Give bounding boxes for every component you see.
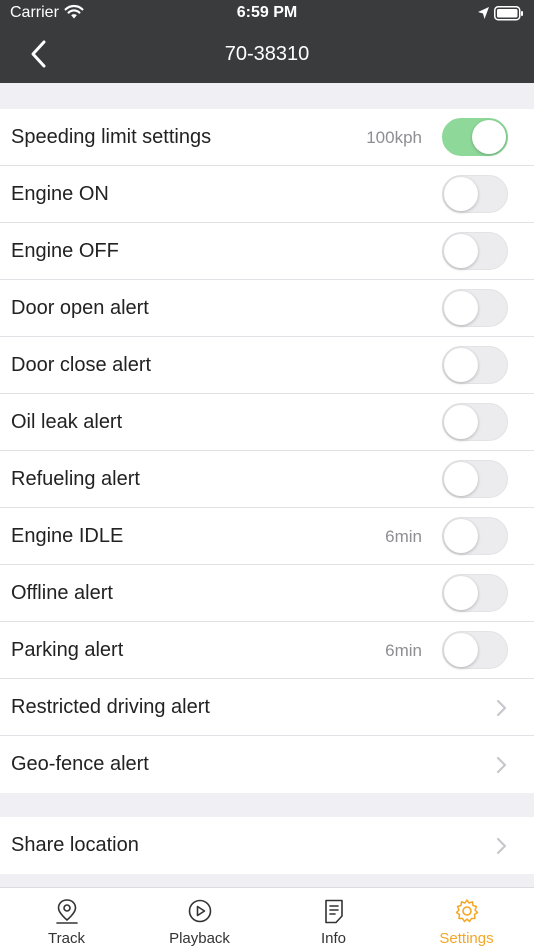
setting-label: Door close alert [11, 354, 152, 376]
setting-row-engine-idle[interactable]: Engine IDLE 6min [0, 508, 534, 565]
engine-idle-toggle[interactable] [442, 517, 508, 555]
toggle-knob [444, 576, 478, 610]
setting-row-refueling[interactable]: Refueling alert [0, 451, 534, 508]
tab-track[interactable]: Track [0, 888, 133, 950]
engine-off-toggle[interactable] [442, 232, 508, 270]
gear-icon [455, 899, 479, 923]
toggle-knob [444, 348, 478, 382]
setting-row-oil-leak[interactable]: Oil leak alert [0, 394, 534, 451]
status-bar: Carrier 6:59 PM [0, 0, 534, 28]
map-pin-icon [56, 899, 78, 924]
setting-row-speeding-limit[interactable]: Speeding limit settings 100kph [0, 109, 534, 166]
setting-value: 100kph [366, 128, 422, 147]
offline-toggle[interactable] [442, 574, 508, 612]
setting-row-restricted-driving[interactable]: Restricted driving alert [0, 679, 534, 736]
setting-row-engine-on[interactable]: Engine ON [0, 166, 534, 223]
tab-info[interactable]: Info [267, 888, 400, 950]
tab-settings[interactable]: Settings [400, 888, 533, 950]
setting-label: Oil leak alert [11, 411, 123, 433]
chevron-right-icon [496, 756, 507, 774]
setting-row-door-close[interactable]: Door close alert [0, 337, 534, 394]
location-arrow-icon [477, 6, 490, 25]
refueling-toggle[interactable] [442, 460, 508, 498]
toggle-knob [444, 462, 478, 496]
toggle-knob [444, 633, 478, 667]
chevron-right-icon [496, 837, 507, 855]
toggle-knob [444, 291, 478, 325]
share-location-label: Share location [11, 834, 139, 856]
engine-on-toggle[interactable] [442, 175, 508, 213]
settings-list: Speeding limit settings 100kph Engine ON… [0, 109, 534, 793]
toggle-knob [444, 405, 478, 439]
setting-label: Engine IDLE [11, 525, 124, 547]
parking-toggle[interactable] [442, 631, 508, 669]
tab-label: Track [48, 930, 85, 947]
setting-label: Refueling alert [11, 468, 140, 490]
setting-row-geo-fence[interactable]: Geo-fence alert [0, 736, 534, 793]
tab-label: Settings [439, 930, 494, 947]
setting-row-parking[interactable]: Parking alert 6min [0, 622, 534, 679]
toggle-knob [472, 120, 506, 154]
setting-row-offline[interactable]: Offline alert [0, 565, 534, 622]
oil-leak-toggle[interactable] [442, 403, 508, 441]
header: Carrier 6:59 PM 70-38310 [0, 0, 534, 83]
door-close-toggle[interactable] [442, 346, 508, 384]
share-location-row[interactable]: Share location [0, 817, 534, 874]
door-open-toggle[interactable] [442, 289, 508, 327]
setting-row-door-open[interactable]: Door open alert [0, 280, 534, 337]
tab-label: Playback [169, 930, 230, 947]
setting-label: Restricted driving alert [11, 696, 210, 718]
battery-icon [494, 6, 524, 26]
setting-label: Engine ON [11, 183, 109, 205]
toggle-knob [444, 177, 478, 211]
setting-label: Engine OFF [11, 240, 119, 262]
nav-bar: 70-38310 [0, 28, 534, 83]
setting-label: Speeding limit settings [11, 126, 212, 148]
status-time: 6:59 PM [236, 4, 298, 21]
play-circle-icon [188, 899, 212, 923]
speeding-limit-toggle[interactable] [442, 118, 508, 156]
document-icon [325, 899, 343, 924]
share-section: Share location [0, 817, 534, 874]
setting-label: Geo-fence alert [11, 753, 149, 775]
setting-label: Door open alert [11, 297, 149, 319]
setting-label: Parking alert [11, 639, 124, 661]
tab-bar: Track Playback Info Settings [0, 887, 534, 950]
tab-playback[interactable]: Playback [133, 888, 266, 950]
setting-row-engine-off[interactable]: Engine OFF [0, 223, 534, 280]
tab-label: Info [320, 930, 347, 947]
toggle-knob [444, 519, 478, 553]
setting-value: 6min [385, 527, 422, 546]
chevron-right-icon [496, 699, 507, 717]
toggle-knob [444, 234, 478, 268]
setting-label: Offline alert [11, 582, 113, 604]
setting-value: 6min [385, 641, 422, 660]
page-title: 70-38310 [224, 43, 310, 65]
